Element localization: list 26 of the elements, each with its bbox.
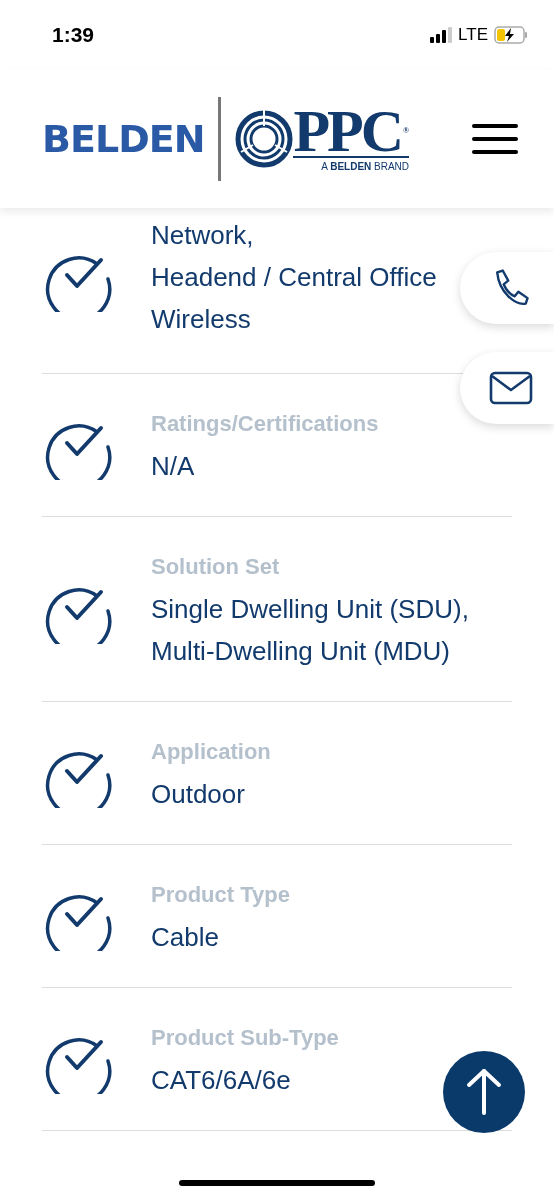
spec-value: Multi-Dwelling Unit (MDU)	[151, 635, 452, 668]
spec-label: Product Sub-Type	[151, 1024, 339, 1052]
battery-charging-icon	[494, 26, 528, 44]
phone-button[interactable]	[460, 252, 554, 324]
clock-time: 1:39	[52, 23, 95, 47]
registered-mark: ®	[403, 125, 410, 137]
spec-value: Network,	[151, 219, 255, 252]
spec-value: CAT6/6A/6e	[151, 1064, 292, 1097]
spec-value: Cable	[151, 921, 220, 954]
spec-value: Outdoor	[151, 778, 246, 811]
logo-tagline: A BELDEN BRAND	[321, 161, 410, 172]
signal-icon	[430, 27, 453, 43]
spec-value: N/A	[151, 450, 196, 483]
spec-label: Product Type	[151, 881, 290, 909]
spec-label: Solution Set	[151, 553, 281, 581]
spec-value: Wireless	[151, 303, 252, 336]
rings-logo-icon	[235, 110, 294, 168]
mail-button[interactable]	[460, 352, 554, 424]
ppc-logo-text: PPC	[293, 106, 402, 156]
spec-value: Single Dwelling Unit (SDU),	[151, 593, 469, 626]
belden-logo-text: BELDEN	[42, 117, 205, 161]
network-label: LTE	[458, 25, 488, 45]
spec-value: Headend / Central Office	[151, 261, 437, 294]
menu-button[interactable]	[472, 124, 518, 154]
spec-label: Application	[151, 738, 271, 766]
spec-label: Ratings/Certifications	[151, 410, 379, 438]
